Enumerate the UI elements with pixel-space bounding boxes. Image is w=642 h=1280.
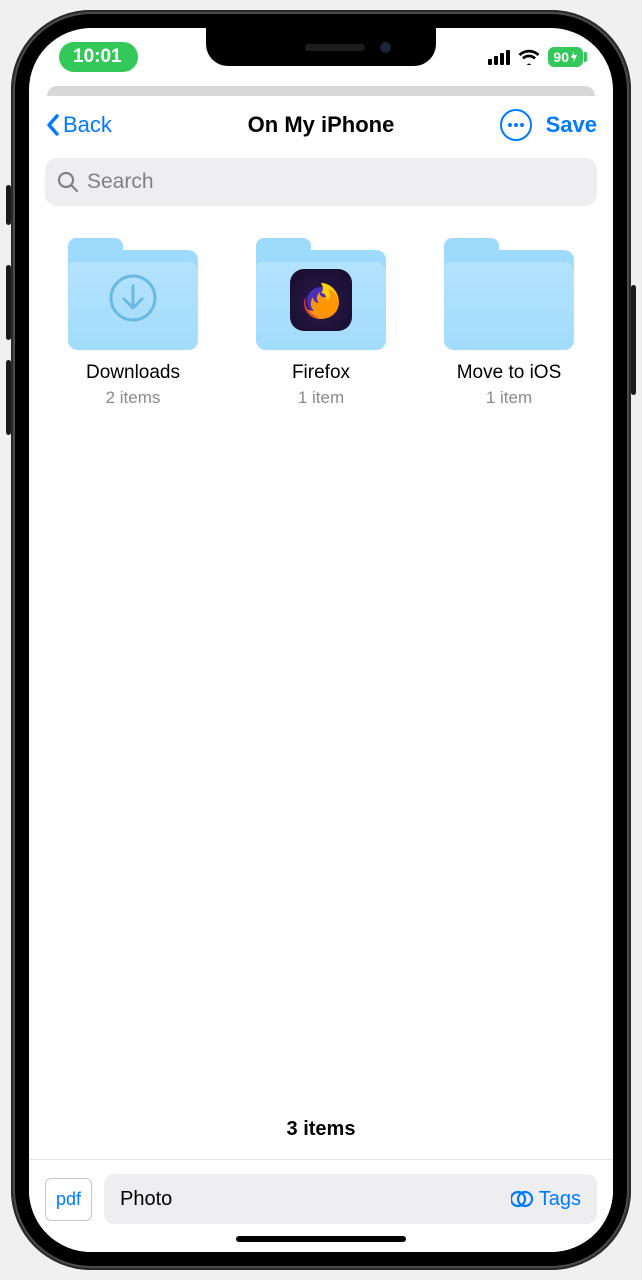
file-name-input[interactable]: Photo Tags (104, 1174, 597, 1224)
back-button[interactable]: Back (45, 112, 112, 138)
search-placeholder: Search (87, 170, 154, 194)
speaker (305, 44, 365, 51)
cellular-icon (488, 50, 510, 65)
folder-firefox[interactable]: Firefox 1 item (237, 250, 405, 408)
download-icon (108, 273, 158, 328)
folder-icon (256, 250, 386, 350)
home-indicator[interactable] (236, 1236, 406, 1242)
folder-grid: Downloads 2 items (29, 220, 613, 408)
back-label: Back (63, 112, 112, 138)
battery-icon: 90 (548, 47, 583, 67)
folder-subtitle: 2 items (106, 388, 161, 408)
folder-subtitle: 1 item (298, 388, 344, 408)
folder-name: Move to iOS (457, 362, 562, 384)
time-pill[interactable]: 10:01 (59, 42, 138, 72)
folder-name: Downloads (86, 362, 180, 384)
folder-name: Firefox (292, 362, 350, 384)
front-camera (380, 42, 391, 53)
folder-subtitle: 1 item (486, 388, 532, 408)
folder-downloads[interactable]: Downloads 2 items (49, 250, 217, 408)
phone-frame: 10:01 90 (11, 10, 631, 1270)
folder-icon (444, 250, 574, 350)
tags-label: Tags (539, 1188, 581, 1211)
folder-move-to-ios[interactable]: Move to iOS 1 item (425, 250, 593, 408)
file-type-chip[interactable]: pdf (45, 1178, 92, 1221)
background-sheet (47, 86, 595, 96)
nav-bar: Back On My iPhone Save (29, 96, 613, 154)
folder-icon (68, 250, 198, 350)
power-button (631, 285, 636, 395)
search-input[interactable]: Search (45, 158, 597, 206)
screen: 10:01 90 (29, 28, 613, 1252)
volume-up (6, 265, 11, 340)
item-count: 3 items (29, 1100, 613, 1159)
search-icon (57, 171, 79, 193)
wifi-icon (518, 49, 540, 65)
file-name-value: Photo (120, 1188, 172, 1211)
volume-down (6, 360, 11, 435)
chevron-left-icon (45, 113, 61, 137)
tags-button[interactable]: Tags (511, 1188, 581, 1211)
page-title: On My iPhone (248, 112, 395, 138)
save-button[interactable]: Save (546, 112, 597, 138)
battery-level: 90 (553, 49, 569, 65)
notch (206, 28, 436, 66)
ellipsis-icon (507, 123, 525, 127)
tags-icon (511, 1190, 533, 1208)
status-right: 90 (488, 47, 583, 67)
status-time: 10:01 (73, 46, 122, 67)
mute-switch (6, 185, 11, 225)
firefox-icon (290, 269, 352, 331)
more-button[interactable] (500, 109, 532, 141)
save-sheet: Back On My iPhone Save (29, 96, 613, 1252)
